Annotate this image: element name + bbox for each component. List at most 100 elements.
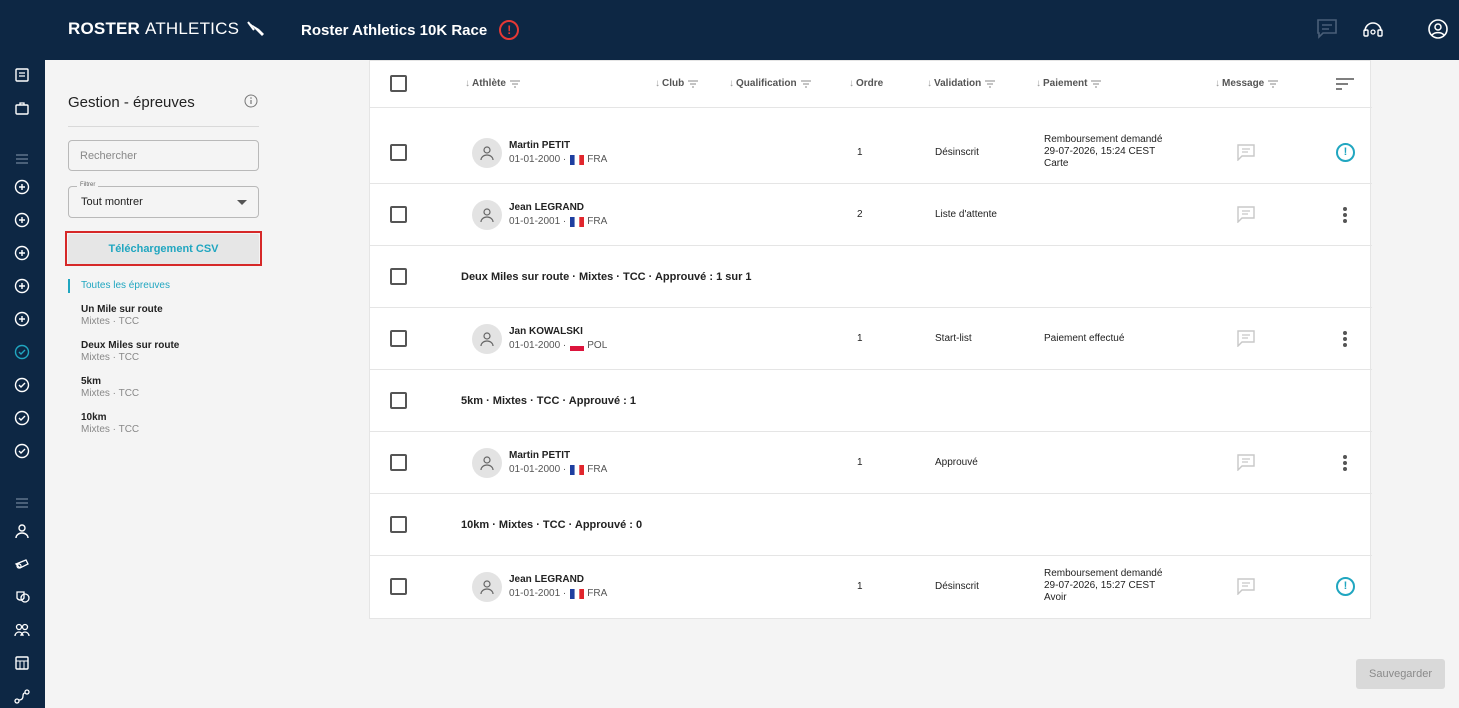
athlete-name[interactable]: Martin PETIT xyxy=(509,140,570,151)
info-icon[interactable] xyxy=(244,94,258,108)
check-circle-icon[interactable] xyxy=(14,377,30,393)
athlete-name[interactable]: Jean LEGRAND xyxy=(509,574,584,585)
left-rail xyxy=(0,60,45,708)
col-message-label: Message xyxy=(1222,78,1265,89)
menu-icon[interactable] xyxy=(14,151,30,167)
brand-name-bold: ROSTER xyxy=(68,19,141,38)
event-item[interactable]: 10km Mixtes · TCC xyxy=(81,412,139,435)
briefcase-icon[interactable] xyxy=(14,100,30,116)
route-icon[interactable] xyxy=(14,688,30,704)
validation-status[interactable]: Liste d'attente xyxy=(935,209,997,220)
filter-icon[interactable] xyxy=(1091,80,1102,88)
group-checkbox[interactable] xyxy=(390,268,407,285)
message-icon[interactable] xyxy=(1236,329,1256,347)
event-item[interactable]: 5km Mixtes · TCC xyxy=(81,376,139,399)
alert-circle-icon[interactable]: ! xyxy=(499,20,520,40)
add-circle-icon[interactable] xyxy=(14,179,30,195)
filter-select[interactable]: Filtrer Tout montrer xyxy=(68,182,259,218)
check-circle-icon[interactable] xyxy=(14,410,30,426)
calendar-icon[interactable] xyxy=(14,655,30,671)
filter-icon[interactable] xyxy=(509,80,520,88)
events-sidebar: Gestion - épreuves Filtrer Tout montrer … xyxy=(45,60,285,708)
add-circle-icon[interactable] xyxy=(14,278,30,294)
col-ordre[interactable]: ↓ Ordre xyxy=(849,78,883,89)
row-checkbox[interactable] xyxy=(390,454,407,471)
validation-status[interactable]: Désinscrit xyxy=(935,581,979,592)
menu-icon[interactable] xyxy=(14,495,30,511)
event-item[interactable]: Deux Miles sur route Mixtes · TCC xyxy=(81,340,179,363)
account-icon[interactable] xyxy=(1427,18,1449,40)
select-all-checkbox[interactable] xyxy=(390,75,407,92)
brand-logo[interactable]: ROSTER ATHLETICS xyxy=(68,19,265,39)
athlete-name[interactable]: Jean LEGRAND xyxy=(509,202,584,213)
col-message[interactable]: ↓ Message xyxy=(1215,78,1279,89)
validation-status[interactable]: Start-list xyxy=(935,333,972,344)
chat-icon[interactable] xyxy=(1316,18,1338,40)
order-value: 1 xyxy=(857,457,863,468)
avatar xyxy=(472,324,502,354)
validation-status[interactable]: Approuvé xyxy=(935,457,978,468)
group-icon[interactable] xyxy=(14,622,30,638)
message-icon[interactable] xyxy=(1236,577,1256,595)
csv-download-button[interactable]: Téléchargement CSV xyxy=(68,234,259,264)
filter-icon[interactable] xyxy=(800,80,811,88)
more-vert-icon[interactable] xyxy=(1343,207,1347,223)
check-circle-icon[interactable] xyxy=(14,443,30,459)
table-row[interactable]: Jan KOWALSKI 01-01-2000 · POL 1 Start-lis… xyxy=(370,308,1372,370)
avatar xyxy=(472,572,502,602)
alert-circle-icon[interactable]: ! xyxy=(1336,577,1355,596)
support-icon[interactable] xyxy=(1362,18,1384,40)
validation-status[interactable]: Désinscrit xyxy=(935,147,979,158)
event-item-all[interactable]: Toutes les épreuves xyxy=(68,279,170,293)
group-title: 5km · Mixtes · TCC · Approuvé : 1 xyxy=(461,395,637,407)
group-checkbox[interactable] xyxy=(390,516,407,533)
payment-date: 29-07-2026, 15:27 CEST xyxy=(1044,580,1156,591)
table-row[interactable]: Jean LEGRAND 01-01-2001 · FRA 1 Désinscri… xyxy=(370,556,1372,618)
row-checkbox[interactable] xyxy=(390,330,407,347)
document-icon[interactable] xyxy=(14,67,30,83)
col-validation[interactable]: ↓ Validation xyxy=(927,78,996,89)
table-row[interactable]: Jean LEGRAND 01-01-2001 · FRA 2 Liste d'a… xyxy=(370,184,1372,246)
more-vert-icon[interactable] xyxy=(1343,455,1347,471)
message-icon[interactable] xyxy=(1236,453,1256,471)
add-circle-icon[interactable] xyxy=(14,212,30,228)
table-row[interactable]: Martin PETIT 01-01-2000 · FRA 1 Désinscri… xyxy=(370,122,1372,184)
sort-icon[interactable] xyxy=(1335,77,1355,91)
avatar xyxy=(472,448,502,478)
search-input[interactable] xyxy=(68,140,259,171)
athlete-name[interactable]: Martin PETIT xyxy=(509,450,570,461)
payment-method: Carte xyxy=(1044,158,1069,169)
more-vert-icon[interactable] xyxy=(1343,331,1347,347)
col-paiement[interactable]: ↓ Paiement xyxy=(1036,78,1102,89)
shield-icon[interactable] xyxy=(14,589,30,605)
payment-status: Remboursement demandé xyxy=(1044,134,1163,145)
whistle-icon[interactable] xyxy=(14,556,30,572)
message-icon[interactable] xyxy=(1236,205,1256,223)
col-paiement-label: Paiement xyxy=(1043,78,1088,89)
row-checkbox[interactable] xyxy=(390,206,407,223)
event-item[interactable]: Un Mile sur route Mixtes · TCC xyxy=(81,304,163,327)
filter-icon[interactable] xyxy=(688,80,699,88)
payment-status: Paiement effectué xyxy=(1044,333,1125,344)
row-checkbox[interactable] xyxy=(390,578,407,595)
table-row[interactable]: Martin PETIT 01-01-2000 · FRA 1 Approuvé xyxy=(370,432,1372,494)
col-athlete[interactable]: ↓ Athlète xyxy=(465,78,520,89)
person-icon[interactable] xyxy=(14,523,30,539)
filter-icon[interactable] xyxy=(1268,80,1279,88)
athlete-name[interactable]: Jan KOWALSKI xyxy=(509,326,583,337)
col-qualification[interactable]: ↓ Qualification xyxy=(729,78,811,89)
add-circle-icon[interactable] xyxy=(14,245,30,261)
event-name: Deux Miles sur route xyxy=(81,340,180,351)
check-circle-icon-active[interactable] xyxy=(14,344,30,360)
filter-icon[interactable] xyxy=(985,80,996,88)
filter-label: Filtrer xyxy=(77,182,99,188)
add-circle-icon[interactable] xyxy=(14,311,30,327)
message-icon[interactable] xyxy=(1236,143,1256,161)
row-checkbox[interactable] xyxy=(390,144,407,161)
flag-fra-icon xyxy=(570,154,585,165)
group-checkbox[interactable] xyxy=(390,392,407,409)
alert-circle-icon[interactable]: ! xyxy=(1336,143,1355,162)
save-button[interactable]: Sauvegarder xyxy=(1356,659,1445,689)
filter-value: Tout montrer xyxy=(81,196,143,208)
col-club[interactable]: ↓ Club xyxy=(655,78,699,89)
